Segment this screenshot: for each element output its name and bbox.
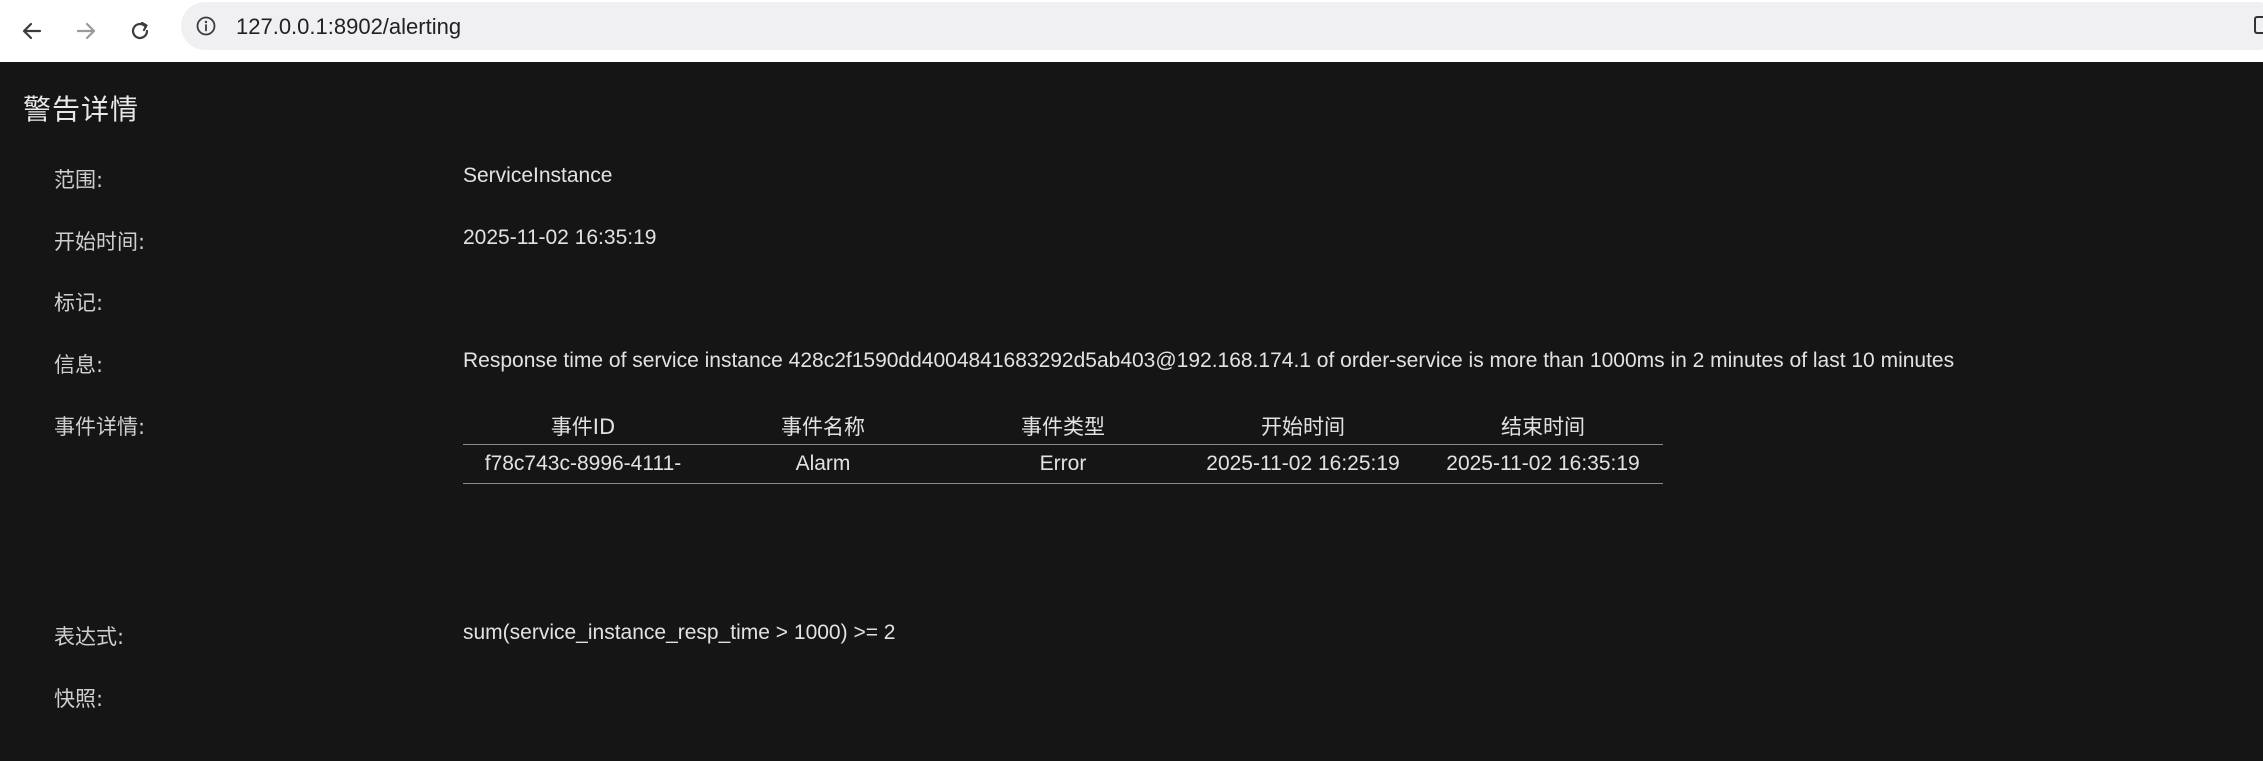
address-bar[interactable]: 127.0.0.1:8902/alerting: [181, 2, 2263, 50]
events-table: 事件ID 事件名称 事件类型 开始时间 结束时间 f78c743c-8996-4…: [463, 408, 1663, 484]
table-header-row: 事件ID 事件名称 事件类型 开始时间 结束时间: [463, 408, 1663, 445]
url-text[interactable]: 127.0.0.1:8902/alerting: [236, 14, 461, 40]
reload-icon: [129, 20, 151, 42]
start-time-value: 2025-11-02 16:35:19: [463, 226, 657, 249]
column-header-event-type: 事件类型: [943, 408, 1183, 445]
page-title: 警告详情: [23, 93, 140, 126]
extension-icon[interactable]: [2254, 16, 2263, 34]
message-label: 信息:: [54, 353, 104, 377]
forward-button[interactable]: [66, 11, 106, 51]
tags-label: 标记:: [54, 291, 104, 315]
snapshot-label: 快照:: [54, 687, 104, 711]
table-row: f78c743c-8996-4111- Alarm Error 2025-11-…: [463, 444, 1663, 484]
event-type-cell: Error: [943, 444, 1183, 484]
scope-label: 范围:: [54, 168, 104, 192]
column-header-event-id: 事件ID: [463, 408, 703, 445]
arrow-left-icon: [21, 20, 43, 42]
scope-value: ServiceInstance: [463, 164, 613, 187]
arrow-right-icon: [75, 20, 97, 42]
column-header-event-name: 事件名称: [703, 408, 943, 445]
browser-toolbar: 127.0.0.1:8902/alerting: [0, 0, 2263, 62]
column-header-end-time: 结束时间: [1423, 408, 1663, 445]
alert-detail-page: 警告详情 范围: ServiceInstance 开始时间: 2025-11-0…: [0, 62, 2263, 761]
event-details-label: 事件详情:: [54, 415, 146, 439]
event-start-time-cell: 2025-11-02 16:25:19: [1183, 444, 1423, 484]
back-button[interactable]: [12, 11, 52, 51]
reload-button[interactable]: [120, 11, 160, 51]
event-end-time-cell: 2025-11-02 16:35:19: [1423, 444, 1663, 484]
event-name-cell: Alarm: [703, 444, 943, 484]
event-id-cell: f78c743c-8996-4111-: [463, 444, 703, 484]
info-icon[interactable]: [195, 15, 217, 37]
column-header-start-time: 开始时间: [1183, 408, 1423, 445]
expression-value: sum(service_instance_resp_time > 1000) >…: [463, 621, 896, 644]
expression-label: 表达式:: [54, 625, 125, 649]
message-value: Response time of service instance 428c2f…: [463, 349, 1955, 372]
start-time-label: 开始时间:: [54, 230, 146, 254]
